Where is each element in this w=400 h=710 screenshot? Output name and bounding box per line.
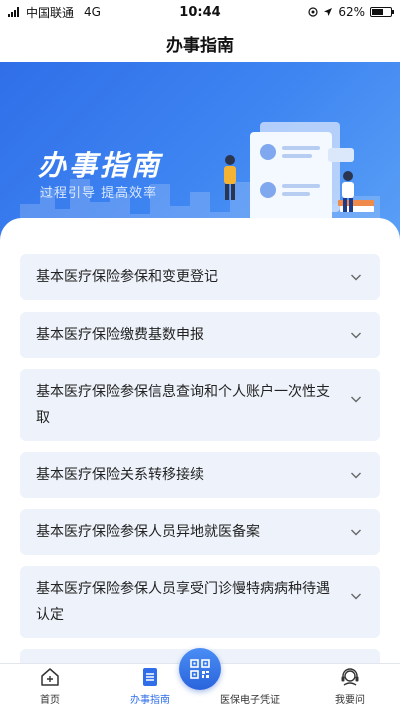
tab-voucher-label: 医保电子凭证: [220, 695, 280, 706]
banner-title: 办事指南: [38, 149, 163, 182]
chevron-down-icon: [351, 332, 361, 339]
guide-item-label: 基本医疗保险参保和变更登记: [36, 269, 218, 285]
guide-illustration: [224, 122, 374, 222]
tab-ask[interactable]: 我要问: [300, 664, 400, 710]
tab-guide-label: 办事指南: [130, 695, 170, 706]
qr-code-button[interactable]: [179, 648, 221, 690]
tab-home[interactable]: 首页: [0, 664, 100, 710]
status-time: 10:44: [179, 4, 221, 20]
headset-icon: [341, 668, 359, 686]
guide-item-label: 基本医疗保险关系转移接续: [36, 467, 204, 483]
network-label: 4G: [84, 5, 101, 19]
qr-code-icon: [190, 659, 210, 679]
location-arrow-icon: [324, 8, 333, 16]
chevron-down-icon: [351, 396, 361, 403]
battery-icon: [370, 7, 394, 17]
chevron-down-icon: [351, 274, 361, 281]
guide-item-label: 基本医疗保险参保人员异地就医备案: [36, 524, 260, 540]
status-left: 中国联通 4G: [8, 4, 148, 21]
chevron-down-icon: [351, 593, 361, 600]
battery-percent: 62%: [338, 5, 365, 19]
banner-subtitle: 过程引导 提高效率: [40, 186, 158, 201]
guide-item[interactable]: 基本医疗保险缴费基数申报: [20, 312, 380, 358]
guide-doc-icon: [143, 668, 157, 686]
guide-item[interactable]: 基本医疗保险参保和变更登记: [20, 254, 380, 300]
status-right: 62%: [252, 5, 394, 19]
tab-home-label: 首页: [40, 695, 60, 706]
signal-icon: [8, 7, 19, 17]
guide-item[interactable]: 基本医疗保险关系转移接续: [20, 452, 380, 498]
banner: 办事指南 过程引导 提高效率: [0, 62, 400, 242]
page-title: 办事指南: [166, 35, 234, 56]
location-arrow-icon: [308, 7, 318, 17]
carrier-label: 中国联通: [26, 5, 75, 20]
guide-item-label: 基本医疗保险参保人员享受门诊慢特病病种待遇认定: [36, 581, 330, 623]
tab-ask-label: 我要问: [335, 695, 365, 706]
guide-item-label: 基本医疗保险缴费基数申报: [36, 327, 204, 343]
guide-item[interactable]: 基本医疗保险参保人员享受门诊慢特病病种待遇认定: [20, 566, 380, 638]
guide-item-label: 基本医疗保险参保信息查询和个人账户一次性支取: [36, 384, 330, 426]
chevron-down-icon: [351, 529, 361, 536]
battery-fill: [372, 9, 384, 15]
status-bar: 中国联通 4G 10:44 62%: [0, 0, 400, 24]
guide-list: 基本医疗保险参保和变更登记 基本医疗保险缴费基数申报 基本医疗保险参保信息查询和…: [0, 218, 400, 663]
guide-item[interactable]: 基本医疗保险参保信息查询和个人账户一次性支取: [20, 369, 380, 441]
home-icon: [41, 668, 59, 686]
guide-item[interactable]: 基本医疗保险参保人员异地就医备案: [20, 509, 380, 555]
chevron-down-icon: [351, 472, 361, 479]
nav-bar: 办事指南: [0, 24, 400, 62]
